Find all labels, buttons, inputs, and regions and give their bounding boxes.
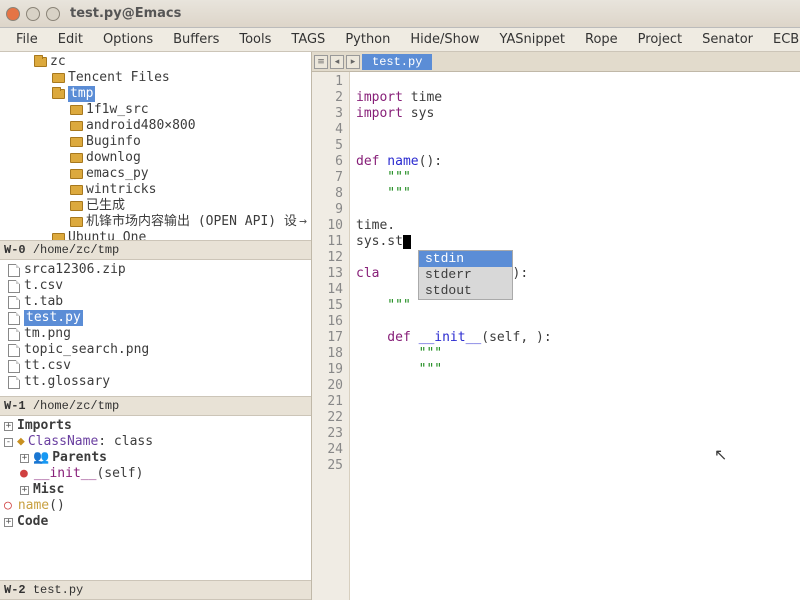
file-icon bbox=[8, 264, 20, 277]
menu-rope[interactable]: Rope bbox=[575, 29, 628, 50]
folder-icon bbox=[52, 233, 65, 240]
file-icon bbox=[8, 344, 20, 357]
tree-item[interactable]: tmp bbox=[0, 86, 311, 102]
text-cursor bbox=[403, 235, 411, 249]
expand-icon[interactable]: + bbox=[20, 454, 29, 463]
tab-next-button[interactable]: ▸ bbox=[346, 55, 360, 69]
menu-yasnippet[interactable]: YASnippet bbox=[489, 29, 575, 50]
titlebar: test.py@Emacs bbox=[0, 0, 800, 28]
tree-item[interactable]: 机锋市场内容输出 (OPEN API) 设→ bbox=[0, 214, 311, 230]
folder-icon bbox=[70, 185, 83, 195]
semantic-outline[interactable]: +Imports -◆ClassName : class +👥Parents ●… bbox=[0, 416, 311, 580]
tree-item[interactable]: emacs_py bbox=[0, 166, 311, 182]
file-item[interactable]: tt.glossary bbox=[0, 374, 311, 390]
folder-icon bbox=[70, 153, 83, 163]
menu-tags[interactable]: TAGS bbox=[281, 29, 335, 50]
autocomplete-item[interactable]: stdin bbox=[419, 251, 512, 267]
menu-ecb[interactable]: ECB bbox=[763, 29, 800, 50]
file-item[interactable]: tm.png bbox=[0, 326, 311, 342]
file-icon bbox=[8, 296, 20, 309]
menu-project[interactable]: Project bbox=[628, 29, 692, 50]
directory-tree[interactable]: zcTencent Filestmp1f1w_srcandroid480×800… bbox=[0, 52, 311, 240]
class-icon: ◆ bbox=[17, 434, 25, 450]
autocomplete-popup[interactable]: stdinstderrstdout bbox=[418, 250, 513, 300]
function-icon: ○ bbox=[4, 498, 12, 514]
file-item[interactable]: t.csv bbox=[0, 278, 311, 294]
file-icon bbox=[8, 328, 20, 341]
menu-python[interactable]: Python bbox=[335, 29, 400, 50]
overflow-arrow-icon: → bbox=[299, 214, 311, 230]
menu-edit[interactable]: Edit bbox=[48, 29, 93, 50]
tree-item[interactable]: Tencent Files bbox=[0, 70, 311, 86]
file-item[interactable]: tt.csv bbox=[0, 358, 311, 374]
file-item[interactable]: srca12306.zip bbox=[0, 262, 311, 278]
mouse-cursor: ↖ bbox=[714, 445, 727, 464]
tab-first-button[interactable]: ≡ bbox=[314, 55, 328, 69]
line-gutter: 1234567891011121314151617181920212223242… bbox=[312, 72, 350, 600]
tree-item[interactable]: 1f1w_src bbox=[0, 102, 311, 118]
code-editor[interactable]: 1234567891011121314151617181920212223242… bbox=[312, 72, 800, 600]
tree-item[interactable]: android480×800 bbox=[0, 118, 311, 134]
file-item[interactable]: topic_search.png bbox=[0, 342, 311, 358]
tree-item[interactable]: Buginfo bbox=[0, 134, 311, 150]
tree-item[interactable]: Ubuntu One bbox=[0, 230, 311, 240]
tree-item[interactable]: 已生成 bbox=[0, 198, 311, 214]
menu-senator[interactable]: Senator bbox=[692, 29, 763, 50]
file-icon bbox=[8, 360, 20, 373]
file-item[interactable]: test.py bbox=[0, 310, 311, 326]
method-icon: ● bbox=[20, 466, 28, 482]
file-list[interactable]: srca12306.zipt.csvt.tabtest.pytm.pngtopi… bbox=[0, 260, 311, 396]
folder-icon bbox=[70, 217, 83, 227]
menu-options[interactable]: Options bbox=[93, 29, 163, 50]
folder-icon bbox=[70, 121, 83, 131]
close-button[interactable] bbox=[6, 7, 20, 21]
folder-icon bbox=[70, 201, 83, 211]
file-icon bbox=[8, 376, 20, 389]
expand-icon[interactable]: + bbox=[4, 422, 13, 431]
window-title: test.py@Emacs bbox=[70, 6, 181, 21]
tab-test-py[interactable]: test.py bbox=[362, 54, 432, 70]
tab-prev-button[interactable]: ◂ bbox=[330, 55, 344, 69]
file-icon bbox=[8, 280, 20, 293]
pane-w2-status: W-2 test.py bbox=[0, 580, 311, 600]
expand-icon[interactable]: + bbox=[4, 518, 13, 527]
buffer-tabs: ≡ ◂ ▸ test.py bbox=[312, 52, 800, 72]
expand-icon[interactable]: + bbox=[20, 486, 29, 495]
autocomplete-item[interactable]: stderr bbox=[419, 267, 512, 283]
menubar: FileEditOptionsBuffersToolsTAGSPythonHid… bbox=[0, 28, 800, 52]
tree-item[interactable]: wintricks bbox=[0, 182, 311, 198]
collapse-icon[interactable]: - bbox=[4, 438, 13, 447]
pane-w1-status: W-1 /home/zc/tmp bbox=[0, 396, 311, 416]
menu-hide/show[interactable]: Hide/Show bbox=[400, 29, 489, 50]
folder-icon bbox=[70, 169, 83, 179]
folder-icon bbox=[70, 105, 83, 115]
folder-icon bbox=[52, 73, 65, 83]
file-icon bbox=[8, 312, 20, 325]
folder-icon bbox=[34, 57, 47, 67]
minimize-button[interactable] bbox=[26, 7, 40, 21]
file-item[interactable]: t.tab bbox=[0, 294, 311, 310]
menu-file[interactable]: File bbox=[6, 29, 48, 50]
tree-item[interactable]: downlog bbox=[0, 150, 311, 166]
menu-buffers[interactable]: Buffers bbox=[163, 29, 229, 50]
maximize-button[interactable] bbox=[46, 7, 60, 21]
folder-icon bbox=[52, 89, 65, 99]
pane-w0-status: W-0 /home/zc/tmp bbox=[0, 240, 311, 260]
menu-tools[interactable]: Tools bbox=[229, 29, 281, 50]
parents-icon: 👥 bbox=[33, 450, 49, 466]
folder-icon bbox=[70, 137, 83, 147]
autocomplete-item[interactable]: stdout bbox=[419, 283, 512, 299]
